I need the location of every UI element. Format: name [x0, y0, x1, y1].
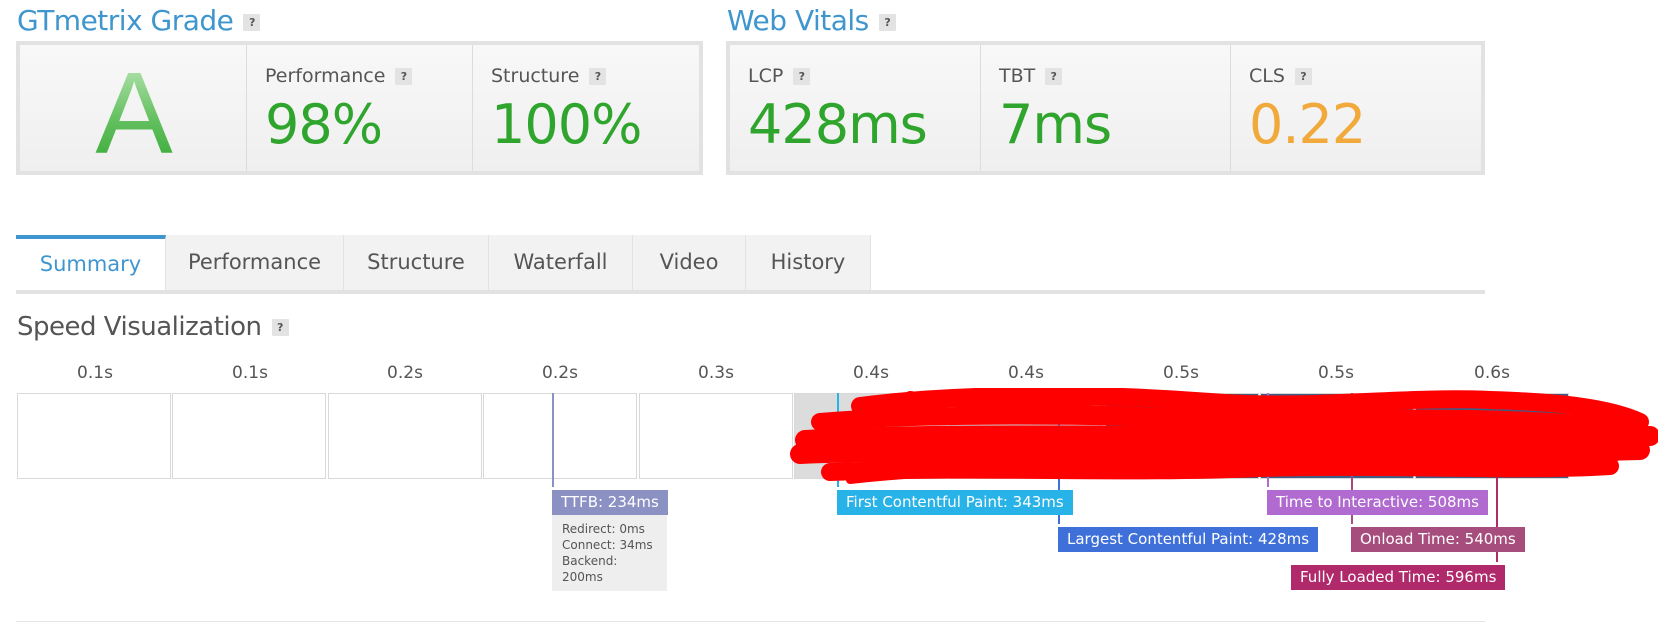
ttfb-flag: TTFB: 234ms — [552, 490, 668, 515]
filmstrip-frame — [17, 393, 171, 479]
grade-section-title: GTmetrix Grade? — [17, 4, 261, 37]
tab-performance[interactable]: Performance — [166, 235, 344, 290]
cls-cell: CLS? 0.22 — [1231, 45, 1481, 171]
tabs-underline — [16, 290, 1485, 294]
tick-label: 0.2s — [387, 363, 423, 383]
tick-label: 0.4s — [1008, 363, 1044, 383]
structure-cell: Structure? 100% — [473, 45, 699, 171]
vitals-help-icon[interactable]: ? — [878, 13, 896, 31]
speed-title: Speed Visualization — [17, 312, 262, 342]
tick-label: 0.1s — [77, 363, 113, 383]
grade-title: GTmetrix Grade — [17, 4, 234, 37]
filmstrip-frame — [328, 393, 482, 479]
grade-letter: A — [95, 48, 173, 171]
ttfb-breakdown: Redirect: 0ms Connect: 34ms Backend: 200… — [552, 515, 667, 591]
tick-label: 0.5s — [1318, 363, 1354, 383]
filmstrip-frame — [639, 393, 793, 479]
performance-label: Performance? — [265, 65, 413, 87]
performance-value: 98% — [265, 93, 383, 156]
structure-label: Structure? — [491, 65, 607, 87]
tti-flag: Time to Interactive: 508ms — [1267, 490, 1488, 515]
tick-label: 0.1s — [232, 363, 268, 383]
tab-history[interactable]: History — [746, 235, 871, 290]
redaction-scribble — [790, 388, 1658, 484]
structure-help-icon[interactable]: ? — [589, 68, 607, 85]
bottom-divider — [16, 621, 1485, 622]
tick-label: 0.3s — [698, 363, 734, 383]
fcp-flag: First Contentful Paint: 343ms — [837, 490, 1073, 515]
ttfb-marker-line — [552, 393, 554, 487]
vitals-title: Web Vitals — [727, 4, 869, 37]
ttfb-connect: Connect: 34ms — [562, 538, 653, 552]
tab-waterfall[interactable]: Waterfall — [489, 235, 633, 290]
cls-help-icon[interactable]: ? — [1294, 68, 1312, 85]
tab-structure[interactable]: Structure — [344, 235, 489, 290]
lcp-flag: Largest Contentful Paint: 428ms — [1058, 527, 1319, 552]
tick-label: 0.6s — [1474, 363, 1510, 383]
grade-help-icon[interactable]: ? — [243, 13, 261, 31]
filmstrip-frame — [172, 393, 326, 479]
grade-a-icon: A — [95, 48, 173, 178]
lcp-help-icon[interactable]: ? — [793, 68, 811, 85]
tbt-cell: TBT? 7ms — [981, 45, 1231, 171]
lcp-value: 428ms — [748, 93, 928, 156]
onload-flag: Onload Time: 540ms — [1351, 527, 1525, 552]
vitals-section-title: Web Vitals? — [727, 4, 896, 37]
tick-label: 0.2s — [542, 363, 578, 383]
tick-label: 0.4s — [853, 363, 889, 383]
tab-video[interactable]: Video — [633, 235, 746, 290]
tbt-help-icon[interactable]: ? — [1045, 68, 1063, 85]
lcp-cell: LCP? 428ms — [730, 45, 981, 171]
grade-panel: A Performance? 98% Structure? 100% — [16, 41, 703, 178]
lcp-label: LCP? — [748, 65, 811, 87]
performance-help-icon[interactable]: ? — [395, 68, 413, 85]
filmstrip-frame — [483, 393, 637, 479]
speed-help-icon[interactable]: ? — [271, 319, 289, 336]
grade-letter-cell: A — [20, 45, 247, 178]
tbt-value: 7ms — [999, 93, 1112, 156]
speed-section-title: Speed Visualization? — [17, 312, 289, 342]
ttfb-backend: Backend: 200ms — [562, 554, 618, 584]
ttfb-redirect: Redirect: 0ms — [562, 522, 645, 536]
tick-label: 0.5s — [1163, 363, 1199, 383]
cls-label: CLS? — [1249, 65, 1312, 87]
performance-cell: Performance? 98% — [247, 45, 473, 171]
tab-summary[interactable]: Summary — [16, 235, 166, 290]
tbt-label: TBT? — [999, 65, 1063, 87]
vitals-panel: LCP? 428ms TBT? 7ms CLS? 0.22 — [726, 41, 1485, 175]
cls-value: 0.22 — [1249, 93, 1366, 156]
structure-value: 100% — [491, 93, 642, 156]
fully-loaded-flag: Fully Loaded Time: 596ms — [1291, 565, 1506, 590]
